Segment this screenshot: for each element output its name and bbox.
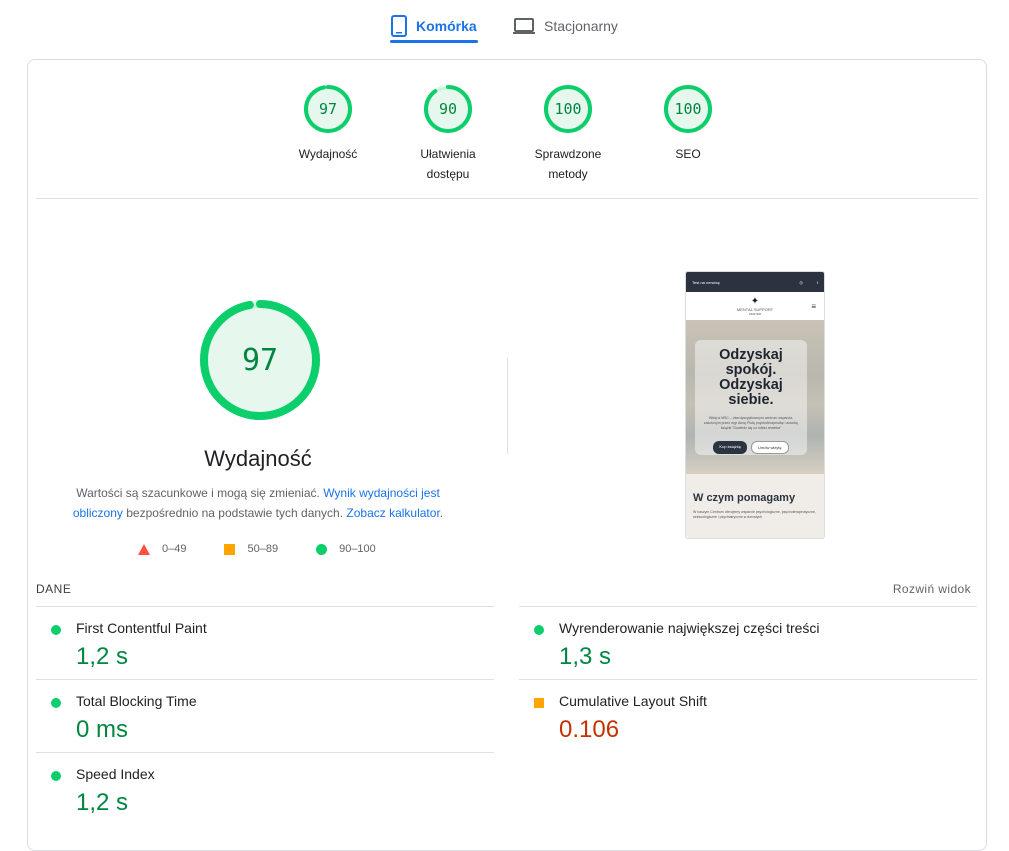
triangle-icon — [138, 543, 150, 555]
circle-icon — [316, 543, 328, 555]
score-ring: 100 — [544, 85, 592, 133]
gauge-label-line2: metody — [548, 167, 588, 181]
facebook-icon: f — [816, 279, 818, 285]
desc-text-2: bezpośrednio na podstawie tych danych. — [122, 506, 347, 520]
gauge-label-line1: Ułatwienia — [420, 147, 476, 161]
section-heading: W czym pomagamy — [693, 492, 796, 504]
score-value: 100 — [554, 100, 581, 118]
average-square-icon — [534, 698, 544, 708]
metric-value: 1,2 s — [76, 789, 129, 816]
square-icon — [224, 543, 236, 555]
page-screenshot-thumbnail[interactable]: Test na nerwicę ◎ f ✦ MENTAL SUPPORT CENT… — [685, 271, 825, 539]
score-ring: 100 — [664, 85, 712, 133]
pass-circle-icon — [534, 625, 544, 635]
performance-gauge-large: 97 — [200, 300, 320, 420]
score-value: 100 — [674, 100, 701, 118]
legend-average: 50–89 — [224, 543, 278, 555]
calculator-link[interactable]: Zobacz kalkulator — [346, 506, 439, 520]
legend-fail-range: 0–49 — [162, 543, 187, 555]
hamburger-icon: ≡ — [811, 302, 816, 311]
section-text: W naszym Centrum oferujemy wsparcie psyc… — [693, 510, 816, 519]
shot-section: W czym pomagamy W naszym Centrum oferuje… — [686, 474, 824, 538]
pass-circle-icon — [51, 771, 61, 781]
instagram-icon: ◎ — [799, 279, 803, 285]
desc-text-3: . — [439, 506, 444, 520]
score-value: 90 — [439, 100, 457, 118]
pass-circle-icon — [51, 698, 61, 708]
tab-desktop[interactable]: Stacjonarny — [512, 8, 618, 44]
expand-view-toggle[interactable]: Rozwiń widok — [893, 582, 971, 596]
metric-name: First Contentful Paint — [76, 620, 207, 636]
shot-hero: Odzyskaj spokój. Odzyskaj siebie. Witaj … — [686, 320, 824, 474]
metric-value: 1,3 s — [559, 643, 612, 670]
hero-text: Witaj w MSC – interdyscyplinarnym centru… — [703, 416, 799, 430]
metric-value: 1,2 s — [76, 643, 129, 670]
metric-name: Total Blocking Time — [76, 693, 197, 709]
score-description: Wartości są szacunkowe i mogą się zmieni… — [68, 483, 448, 523]
metric-value: 0 ms — [76, 716, 129, 743]
shot-logo-sub: CENTER — [748, 312, 762, 316]
shot-topbar: Test na nerwicę ◎ f — [686, 272, 824, 292]
laptop-icon — [513, 18, 535, 34]
gauge-label-line1: Sprawdzone — [534, 147, 602, 161]
metric-name: Cumulative Layout Shift — [559, 693, 707, 709]
shot-logo: ✦ MENTAL SUPPORT CENTER ≡ — [686, 292, 824, 320]
smartphone-icon — [391, 15, 407, 37]
score-ring: 90 — [424, 85, 472, 133]
score-value: 97 — [319, 100, 337, 118]
shot-topbar-text: Test na nerwicę — [692, 279, 720, 285]
gauge-accessibility[interactable]: 90 Ułatwienia dostępu — [388, 84, 508, 184]
desc-text-1: Wartości są szacunkowe i mogą się zmieni… — [76, 486, 324, 500]
legend-average-range: 50–89 — [247, 543, 279, 555]
gauge-label-line2: dostępu — [426, 167, 470, 181]
legend-pass: 90–100 — [316, 543, 376, 555]
hero-card: Odzyskaj spokój. Odzyskaj siebie. Witaj … — [695, 340, 807, 455]
tab-mobile-label: Komórka — [416, 18, 477, 34]
metric-name: Wyrenderowanie największej części treści — [559, 620, 820, 636]
metric-cls: Cumulative Layout Shift 0.106 — [519, 679, 977, 752]
legend-fail: 0–49 — [138, 543, 186, 555]
gauge-label-line1: SEO — [675, 147, 701, 161]
main-score-value: 97 — [242, 343, 278, 378]
gauge-label-line1: Wydajność — [298, 147, 358, 161]
tab-desktop-label: Stacjonarny — [544, 18, 618, 34]
main-score-title: Wydajność — [204, 446, 312, 471]
metric-lcp: Wyrenderowanie największej części treści… — [519, 606, 977, 679]
hero-book-visit-button: Umów wizytę — [751, 441, 789, 454]
score-ring: 97 — [304, 85, 352, 133]
report-panel: 97 Wydajność 90 Ułatwienia dostępu 100 Sp… — [27, 59, 987, 851]
vertical-divider — [507, 358, 508, 454]
metrics-title: DANE — [36, 582, 72, 596]
device-tabs: Komórka Stacjonarny — [0, 0, 1009, 46]
tab-mobile[interactable]: Komórka — [390, 8, 477, 44]
butterfly-icon: ✦ — [750, 296, 760, 307]
metric-value: 0.106 — [559, 716, 620, 743]
hero-heading: Odzyskaj spokój. Odzyskaj siebie. — [719, 347, 783, 408]
score-legend: 0–49 50–89 90–100 — [138, 543, 414, 555]
metric-tbt: Total Blocking Time 0 ms — [36, 679, 494, 752]
pass-circle-icon — [51, 625, 61, 635]
gauge-seo[interactable]: 100 SEO — [628, 84, 748, 164]
metric-fcp: First Contentful Paint 1,2 s — [36, 606, 494, 679]
metric-name: Speed Index — [76, 766, 155, 782]
metric-speed-index: Speed Index 1,2 s — [36, 752, 494, 825]
section-divider — [36, 198, 978, 199]
gauge-best-practices[interactable]: 100 Sprawdzone metody — [508, 84, 628, 184]
active-tab-indicator — [390, 40, 478, 43]
gauge-performance[interactable]: 97 Wydajność — [268, 84, 388, 164]
hero-buy-book-button: Kup książkę — [713, 441, 747, 454]
legend-pass-range: 90–100 — [339, 543, 376, 555]
